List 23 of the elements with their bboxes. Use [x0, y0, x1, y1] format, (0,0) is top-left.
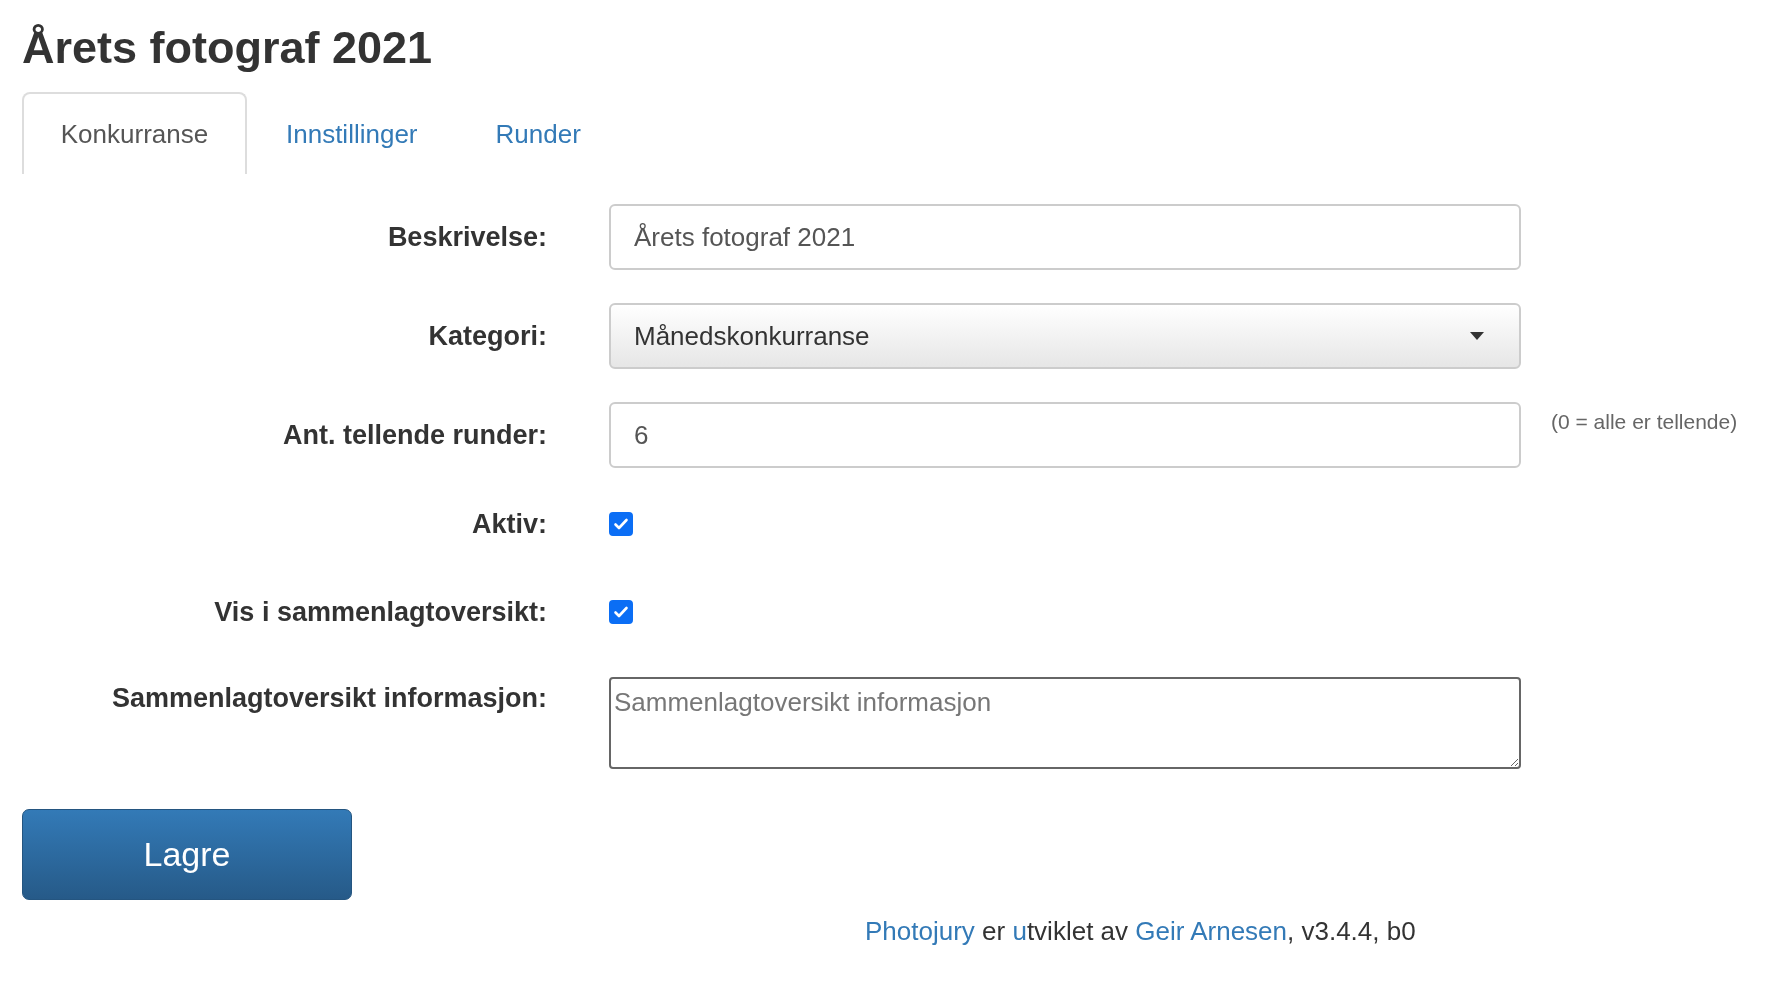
tab[interactable]: Runder	[456, 92, 620, 174]
tab[interactable]: Innstillinger	[247, 92, 457, 174]
checkbox[interactable]	[609, 512, 633, 536]
field-label: Beskrivelse:	[386, 221, 547, 253]
dropdown[interactable]: Månedskonkurranse	[609, 303, 1521, 369]
input-field[interactable]: 6	[609, 402, 1521, 468]
field-hint: (0 = alle er tellende)	[1551, 410, 1738, 434]
caret-icon	[1470, 332, 1484, 340]
checkbox[interactable]	[609, 600, 633, 624]
field-label: Vis i sammenlagtoversikt:	[213, 596, 547, 628]
field-label: Sammenlagtoversikt informasjon:	[110, 682, 547, 714]
save-button[interactable]: Lagre	[22, 809, 352, 900]
footer-link[interactable]: u	[1012, 916, 1027, 946]
page-title: Årets fotograf 2021	[22, 21, 434, 74]
text-area[interactable]: Sammenlagtoversikt informasjon	[609, 677, 1521, 769]
footer-link[interactable]: Geir Arnesen	[1135, 916, 1287, 946]
tab[interactable]: Konkurranse	[22, 92, 247, 174]
footer-link[interactable]: Photojury	[865, 916, 975, 946]
field-label: Aktiv:	[471, 508, 547, 540]
field-label: Kategori:	[427, 320, 547, 352]
field-label: Ant. tellende runder:	[282, 419, 547, 451]
footer-text: Photojury er utviklet av Geir Arnesen, v3.4.4, b0	[865, 916, 1417, 947]
input-field[interactable]: Årets fotograf 2021	[609, 204, 1521, 270]
